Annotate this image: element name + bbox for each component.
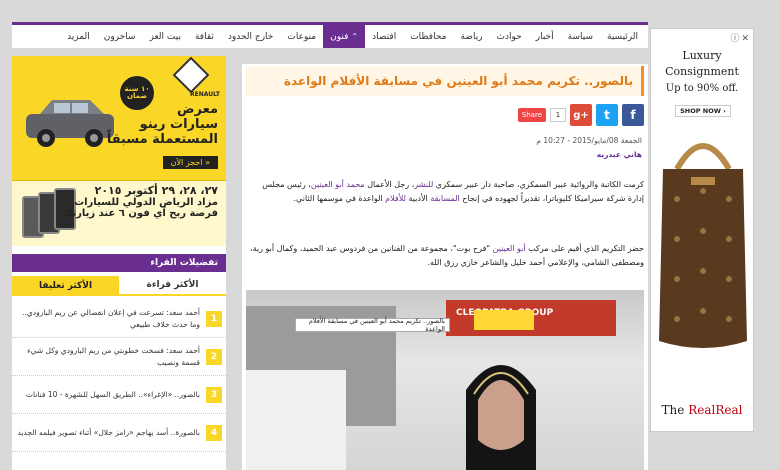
list-item-text[interactable]: أحمد سعد: تسرعت في إعلان انفصالي عن ريم … bbox=[16, 307, 200, 330]
renault-logo-icon bbox=[172, 56, 210, 94]
nav-item-politics[interactable]: سياسة bbox=[561, 25, 600, 48]
nav-item-satire[interactable]: ساخرون bbox=[97, 25, 143, 48]
most-read-list: 1 أحمد سعد: تسرعت في إعلان انفصالي عن ري… bbox=[12, 300, 226, 452]
rank-number: 2 bbox=[206, 348, 222, 365]
nav-item-arts[interactable]: فنون ⌃ bbox=[323, 25, 366, 48]
rank-number: 4 bbox=[206, 424, 222, 441]
article-title: بالصور.. تكريم محمد أبو العينين في مسابق… bbox=[283, 74, 633, 88]
close-icon[interactable]: ✕ bbox=[741, 34, 749, 44]
photo-caption: بالصور.. تكريم محمد أبو العينين في مسابق… bbox=[295, 317, 450, 333]
article-paragraph-1: كرمت الكاتبة والروائية عبير السمكري، صاح… bbox=[262, 180, 644, 203]
book-now-button[interactable]: احجز الآن » bbox=[162, 156, 218, 169]
list-item-text[interactable]: أحمد سعد: فسخت خطوبتي من ريم البارودي وك… bbox=[16, 345, 200, 368]
list-item[interactable]: 1 أحمد سعد: تسرعت في إعلان انفصالي عن ري… bbox=[12, 300, 226, 338]
article-title-bar: بالصور.. تكريم محمد أبو العينين في مسابق… bbox=[246, 66, 644, 96]
photo-cloth bbox=[246, 370, 346, 470]
promo-text: ٢٧، ٢٨، ٢٩ أكتوبر ٢٠١٥ مزاد الرياض الدول… bbox=[63, 184, 218, 219]
nav-item-misc[interactable]: منوعات bbox=[280, 25, 323, 48]
rank-number: 3 bbox=[206, 386, 222, 403]
renault-brand: RENAULT bbox=[190, 91, 220, 98]
renault-ad[interactable]: RENAULT ١٠ سنة ضمان معرض سيارات رينو الم… bbox=[12, 56, 226, 246]
ad-offer: Up to 90% off. bbox=[665, 83, 739, 94]
main-nav: الرئيسية سياسة أخبار حوادث رياضة محافظات… bbox=[12, 22, 648, 48]
list-item[interactable]: 4 بالصورة.. أسد يهاجم «رامز جلال» أثناء … bbox=[12, 414, 226, 452]
nav-item-incidents[interactable]: حوادث bbox=[490, 25, 529, 48]
share-count: 1 bbox=[550, 108, 566, 122]
google-plus-share-button[interactable]: g+ bbox=[570, 104, 592, 126]
divider bbox=[12, 246, 226, 254]
link-competition[interactable]: المسابقة bbox=[430, 194, 459, 203]
favorites-tabs: الأكثر تعليقا الأكثر قراءة bbox=[12, 276, 226, 296]
nav-item-economy[interactable]: اقتصاد bbox=[365, 25, 403, 48]
link-publishing[interactable]: للنشر bbox=[414, 180, 433, 189]
info-icon[interactable]: ⓘ bbox=[730, 31, 739, 44]
link-abu-elenein[interactable]: أبو العينين bbox=[493, 244, 526, 253]
nav-item-beit-el-ezz[interactable]: بيت العز bbox=[142, 25, 187, 48]
readers-favorites-header: تفضيلات القراء bbox=[12, 254, 226, 272]
ad-close[interactable]: ⓘ ✕ bbox=[728, 31, 749, 44]
article-main: بالصور.. تكريم محمد أبو العينين في مسابق… bbox=[242, 64, 648, 470]
nav-item-more[interactable]: المزيد bbox=[60, 25, 97, 48]
article-paragraph-2: حضر التكريم الذي أقيم على مركب أبو العين… bbox=[250, 244, 644, 267]
tab-most-read[interactable]: الأكثر قراءة bbox=[119, 276, 226, 296]
renault-headline: معرض سيارات رينو المستعملة مسبقاً bbox=[106, 102, 218, 147]
nav-item-culture[interactable]: ثقافة bbox=[188, 25, 221, 48]
double-chevron-up-icon: ⌃ bbox=[351, 32, 359, 41]
share-label: Share bbox=[521, 111, 542, 119]
car-icon bbox=[26, 100, 114, 147]
facebook-share-button[interactable]: f bbox=[622, 104, 644, 126]
share-button[interactable]: Share bbox=[517, 108, 546, 122]
shop-now-button[interactable]: SHOP NOW › bbox=[675, 105, 731, 117]
ad-headline-1: Luxury bbox=[682, 49, 722, 62]
tab-most-commented[interactable]: الأكثر تعليقا bbox=[12, 276, 119, 296]
realreal-ad[interactable]: ⓘ ✕ Luxury Consignment Up to 90% off. SHO… bbox=[650, 28, 754, 432]
nav-item-governorates[interactable]: محافظات bbox=[403, 25, 453, 48]
nav-item-news[interactable]: أخبار bbox=[529, 25, 561, 48]
nav-item-sports[interactable]: رياضة bbox=[453, 25, 489, 48]
realreal-logo: The RealReal bbox=[661, 403, 743, 417]
rank-number: 1 bbox=[206, 310, 222, 327]
link-mohamed-abu-elenein[interactable]: محمد أبو العينين bbox=[311, 180, 365, 189]
photo-banner-accent bbox=[474, 310, 534, 330]
ad-headline-2: Consignment bbox=[665, 65, 739, 78]
article-author[interactable]: هاني عبدربه bbox=[597, 150, 642, 159]
handbag-icon bbox=[659, 143, 747, 348]
nav-item-arts-label: فنون bbox=[330, 31, 349, 42]
list-item[interactable]: 2 أحمد سعد: فسخت خطوبتي من ريم البارودي … bbox=[12, 338, 226, 376]
list-item[interactable]: 3 بالصور.. «الإغراء».. الطريق السهل للشه… bbox=[12, 376, 226, 414]
left-sidebar: RENAULT ١٠ سنة ضمان معرض سيارات رينو الم… bbox=[12, 56, 226, 470]
list-item-text[interactable]: بالصورة.. أسد يهاجم «رامز جلال» أثناء تص… bbox=[16, 427, 200, 438]
share-bar: f t g+ 1 Share bbox=[502, 104, 644, 126]
link-films[interactable]: للأفلام bbox=[385, 194, 406, 203]
twitter-share-button[interactable]: t bbox=[596, 104, 618, 126]
list-item-text[interactable]: بالصور.. «الإغراء».. الطريق السهل للشهرة… bbox=[16, 389, 200, 400]
nav-item-abroad[interactable]: خارج الحدود bbox=[221, 25, 280, 48]
person-photo-icon bbox=[466, 365, 536, 470]
nav-item-home[interactable]: الرئيسية bbox=[600, 25, 648, 48]
article-date: الجمعة 08/مايو/2015 - 10:27 م bbox=[536, 136, 642, 145]
